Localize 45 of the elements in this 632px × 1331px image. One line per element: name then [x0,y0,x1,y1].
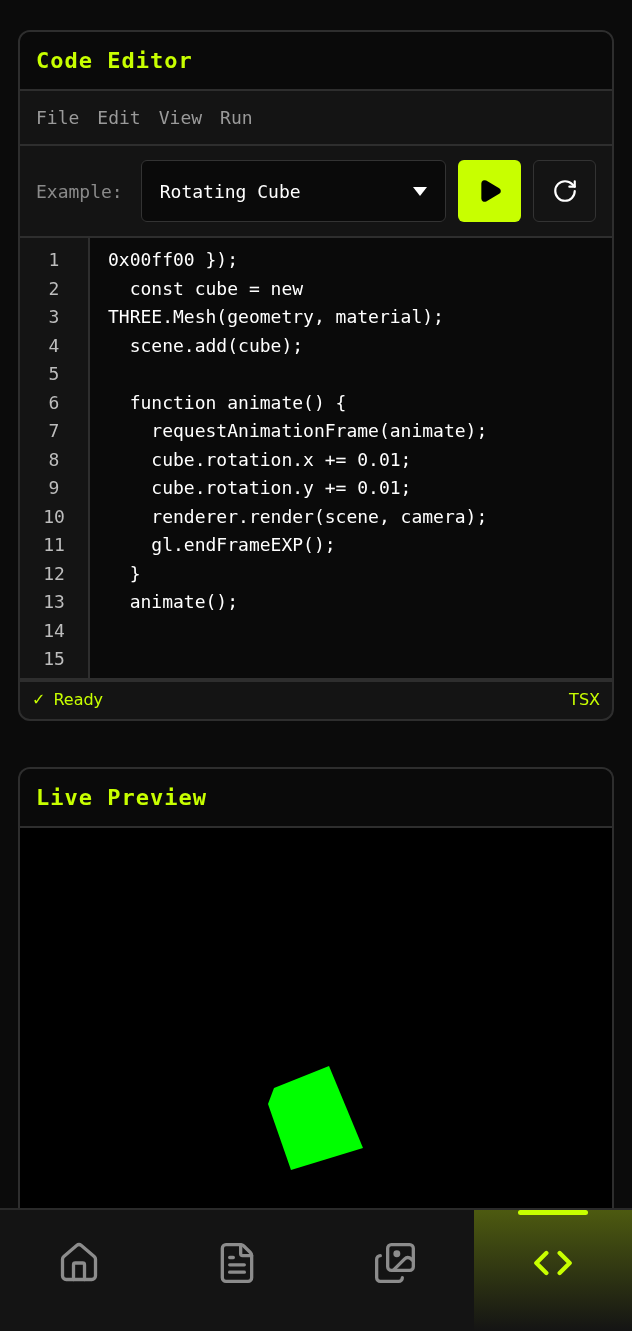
code-line: animate(); [128,590,240,614]
line-number: 2 [48,276,60,301]
menu-item[interactable]: File [36,107,80,128]
code-line: gl.endFrameEXP(); [150,533,337,557]
code-line: cube.rotation.y += 0.01; [150,476,413,500]
line-number: 15 [43,647,65,671]
code-line: requestAnimationFrame(animate); [150,419,489,443]
line-number: 12 [43,561,65,586]
example-label: Example: [36,180,123,202]
menu-item[interactable]: Edit [97,107,141,128]
line-number: 9 [48,476,60,500]
menu-item[interactable]: Run [220,107,253,128]
line-number: 4 [48,333,60,358]
menu-item[interactable]: View [158,107,203,128]
check-icon: ✓ [32,689,46,709]
code-line: const cube = new [128,276,305,301]
code-line: THREE.Mesh(geometry, material); [108,305,445,329]
line-number: 1 [48,248,60,272]
preview-title: Live Preview [36,784,208,810]
reload-icon [551,178,578,204]
image-gallery-icon [373,1240,417,1285]
line-number: 10 [43,504,65,529]
caret-icon [413,186,427,196]
example-select[interactable]: Rotating Cube [140,160,446,222]
code-line: cube.rotation.x += 0.01; [150,447,413,472]
code-line: scene.add(cube); [128,333,305,358]
active-indicator [518,1210,588,1215]
code-line: renderer.render(scene, camera); [150,504,489,529]
code-line: } [128,561,142,586]
run-button[interactable] [458,160,521,222]
editor-title: Code Editor [36,48,194,73]
status-text: Ready [53,689,104,709]
code-area[interactable] [20,238,612,682]
code-line: 0x00ff00 }); [108,248,240,272]
line-number: 14 [43,618,65,643]
line-number: 5 [48,362,60,386]
code-line: function animate() { [128,390,348,415]
line-number: 3 [48,305,60,329]
line-number: 7 [48,419,60,443]
language-label: TSX [569,689,600,709]
line-number: 8 [48,447,60,472]
reset-button[interactable] [533,160,596,222]
line-number: 13 [43,590,65,614]
line-number: 6 [48,390,60,415]
line-number: 11 [43,533,65,557]
